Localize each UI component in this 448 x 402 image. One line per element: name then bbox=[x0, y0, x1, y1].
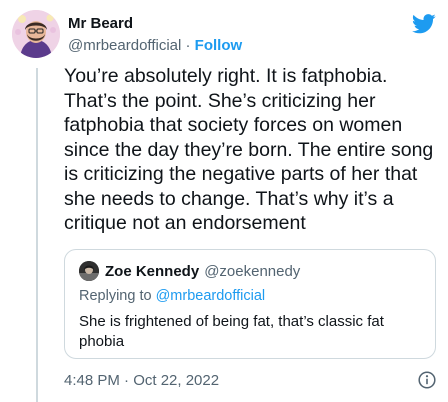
replying-to-prefix: Replying to bbox=[79, 288, 152, 304]
tweet-card: Mr Beard @mrbeardofficial · Follow You’r… bbox=[0, 0, 448, 402]
author-avatar-image bbox=[12, 10, 60, 58]
quoted-author-handle: @zoekennedy bbox=[204, 262, 301, 280]
info-icon-glyph bbox=[418, 371, 436, 389]
author-handle-line: @mrbeardofficial · Follow bbox=[68, 36, 242, 55]
quoted-tweet-header: Zoe Kennedy @zoekennedy bbox=[79, 261, 300, 281]
quoted-tweet-text: She is frightened of being fat, that’s c… bbox=[79, 313, 384, 350]
follow-button[interactable]: Follow bbox=[195, 37, 243, 54]
thread-connector-line bbox=[36, 68, 38, 402]
author-avatar[interactable] bbox=[12, 10, 60, 58]
handle-separator: · bbox=[185, 37, 191, 54]
author-info: Mr Beard @mrbeardofficial · Follow bbox=[68, 14, 242, 55]
twitter-bird-icon[interactable] bbox=[411, 14, 436, 34]
quoted-tweet-card[interactable]: Zoe Kennedy @zoekennedy Replying to @mrb… bbox=[64, 249, 436, 359]
author-handle[interactable]: @mrbeardofficial bbox=[68, 37, 181, 54]
quoted-author-display-name: Zoe Kennedy bbox=[105, 262, 200, 280]
info-icon[interactable] bbox=[418, 371, 436, 389]
tweet-text: You’re absolutely right. It is fatphobia… bbox=[64, 65, 434, 234]
replying-to-mention[interactable]: @mrbeardofficial bbox=[156, 288, 266, 304]
twitter-bird-icon-glyph bbox=[411, 14, 436, 34]
tweet-timestamp[interactable]: 4:48 PM · Oct 22, 2022 bbox=[64, 372, 219, 389]
author-display-name[interactable]: Mr Beard bbox=[68, 14, 242, 33]
quoted-author-avatar bbox=[79, 261, 99, 281]
replying-to-line: Replying to @mrbeardofficial bbox=[79, 288, 265, 304]
quoted-author-avatar-image bbox=[79, 261, 99, 281]
